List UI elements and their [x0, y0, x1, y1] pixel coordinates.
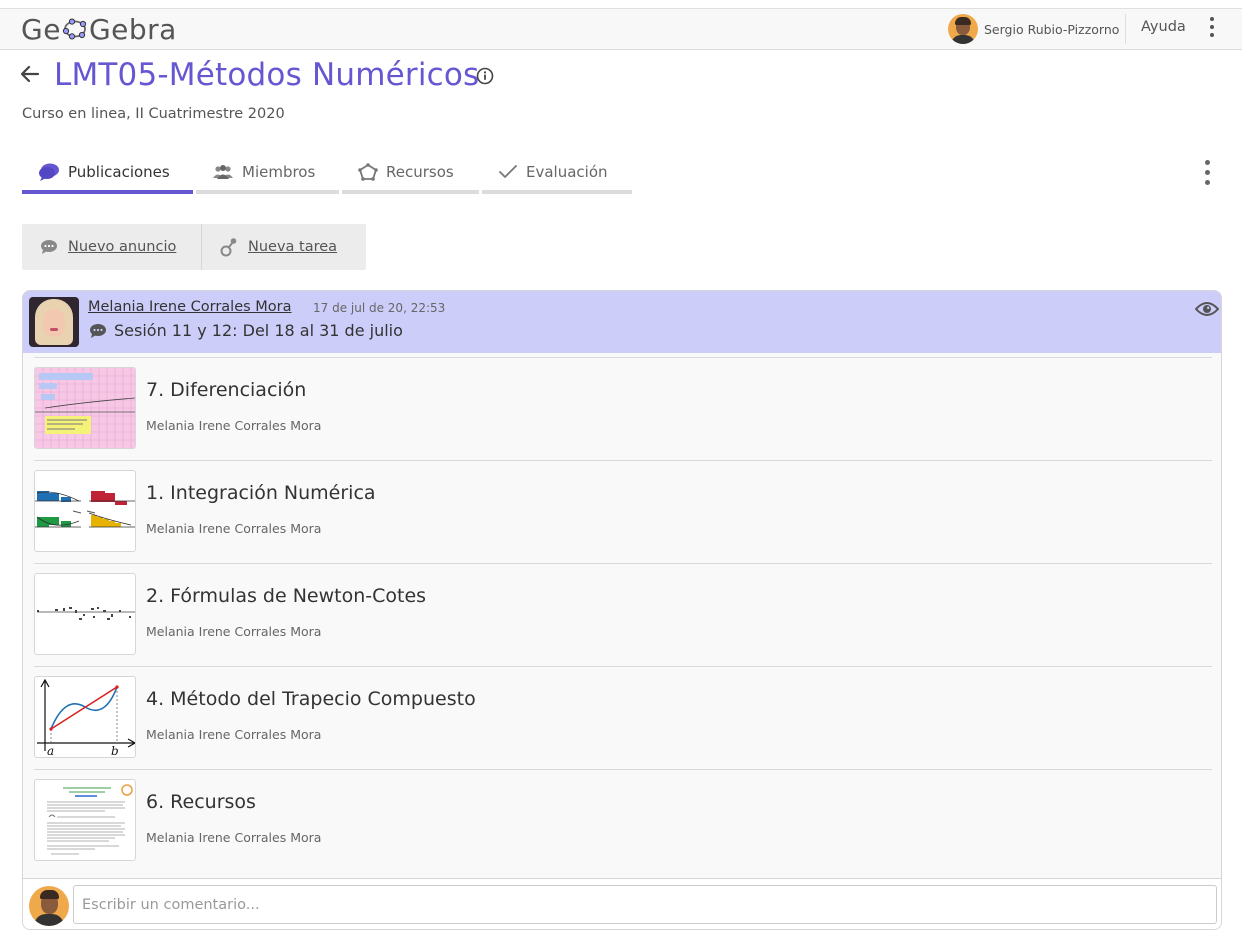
chat-icon: [39, 163, 59, 181]
list-item[interactable]: 2. Fórmulas de Newton-Cotes Melania Iren…: [34, 563, 1212, 666]
resource-title[interactable]: 4. Método del Trapecio Compuesto: [146, 688, 476, 710]
post-header: Melania Irene Corrales Mora 17 de jul de…: [23, 291, 1221, 353]
thumb-label-a: a: [47, 744, 54, 758]
geogebra-logo[interactable]: Ge Gebra: [21, 12, 177, 46]
resource-author: Melania Irene Corrales Mora: [146, 521, 322, 536]
announcement-icon: [90, 323, 106, 338]
chat-bubble-icon: [41, 240, 57, 254]
tab-evaluacion[interactable]: Evaluación: [482, 150, 632, 194]
post-card: Melania Irene Corrales Mora 17 de jul de…: [22, 290, 1222, 930]
post-title-text: Sesión 11 y 12: Del 18 al 31 de julio: [114, 321, 403, 340]
post-title: Sesión 11 y 12: Del 18 al 31 de julio: [89, 321, 403, 340]
list-item[interactable]: 6. Recursos Melania Irene Corrales Mora: [34, 769, 1212, 872]
list-item[interactable]: a b 4. Método del Trapecio Compuesto Mel…: [34, 666, 1212, 769]
new-task-button[interactable]: Nueva tarea: [220, 224, 337, 270]
task-icon: [220, 238, 237, 257]
resource-author: Melania Irene Corrales Mora: [146, 830, 322, 845]
user-avatar: [948, 14, 978, 44]
list-item[interactable]: 1. Integración Numérica Melania Irene Co…: [34, 460, 1212, 563]
check-icon: [499, 165, 517, 178]
resource-thumbnail: [34, 779, 136, 861]
info-icon[interactable]: [476, 67, 494, 85]
post-date: 17 de jul de 20, 22:53: [313, 301, 446, 315]
comment-input[interactable]: [73, 885, 1217, 924]
resource-thumbnail: [34, 470, 136, 552]
help-link[interactable]: Ayuda: [1141, 19, 1186, 35]
resource-thumbnail: a b: [34, 676, 136, 758]
top-bar: Ge Gebra Sergio Rubio-Pizzorno Ayuda: [0, 8, 1242, 50]
resource-title[interactable]: 7. Diferenciación: [146, 379, 306, 401]
actions-divider: [201, 224, 202, 270]
geogebra-ellipse-icon: [62, 18, 87, 40]
tab-label: Miembros: [242, 163, 316, 181]
post-actions: Nuevo anuncio Nueva tarea: [22, 224, 366, 270]
tab-label: Publicaciones: [68, 163, 170, 181]
list-item[interactable]: 7. Diferenciación Melania Irene Corrales…: [34, 357, 1212, 460]
resource-author: Melania Irene Corrales Mora: [146, 624, 322, 639]
user-name: Sergio Rubio-Pizzorno: [984, 21, 1120, 37]
resource-title[interactable]: 2. Fórmulas de Newton-Cotes: [146, 585, 426, 607]
tab-label: Evaluación: [526, 163, 608, 181]
back-arrow-icon[interactable]: [18, 62, 42, 86]
tab-publicaciones[interactable]: Publicaciones: [22, 150, 193, 194]
comment-composer: [23, 878, 1221, 929]
resources-icon: [358, 163, 378, 181]
commenter-avatar: [29, 886, 69, 926]
author-name-link[interactable]: Melania Irene Corrales Mora: [88, 299, 292, 315]
group-options-icon[interactable]: [1197, 160, 1217, 190]
page-title: LMT05-Métodos Numéricos: [54, 57, 480, 93]
resource-title[interactable]: 1. Integración Numérica: [146, 482, 376, 504]
members-icon: [213, 165, 233, 179]
tab-label: Recursos: [386, 163, 454, 181]
thumb-label-b: b: [111, 744, 119, 758]
more-menu-icon[interactable]: [1202, 17, 1222, 41]
resource-author: Melania Irene Corrales Mora: [146, 418, 322, 433]
author-avatar[interactable]: [29, 297, 79, 347]
logo-text-left: Ge: [21, 12, 61, 46]
new-task-label: Nueva tarea: [248, 239, 338, 255]
resource-author: Melania Irene Corrales Mora: [146, 727, 322, 742]
visibility-eye-icon[interactable]: [1195, 300, 1219, 318]
group-subtitle: Curso en linea, II Cuatrimestre 2020: [22, 106, 285, 122]
resource-title[interactable]: 6. Recursos: [146, 791, 256, 813]
resource-thumbnail: [34, 573, 136, 655]
new-announcement-label: Nuevo anuncio: [68, 239, 177, 255]
tab-miembros[interactable]: Miembros: [196, 150, 339, 194]
logo-text-right: Gebra: [88, 12, 177, 46]
new-announcement-button[interactable]: Nuevo anuncio: [40, 224, 176, 270]
resource-thumbnail: [34, 367, 136, 449]
user-menu[interactable]: Sergio Rubio-Pizzorno: [948, 14, 1119, 44]
tab-recursos[interactable]: Recursos: [342, 150, 479, 194]
topbar-divider: [1125, 14, 1126, 44]
